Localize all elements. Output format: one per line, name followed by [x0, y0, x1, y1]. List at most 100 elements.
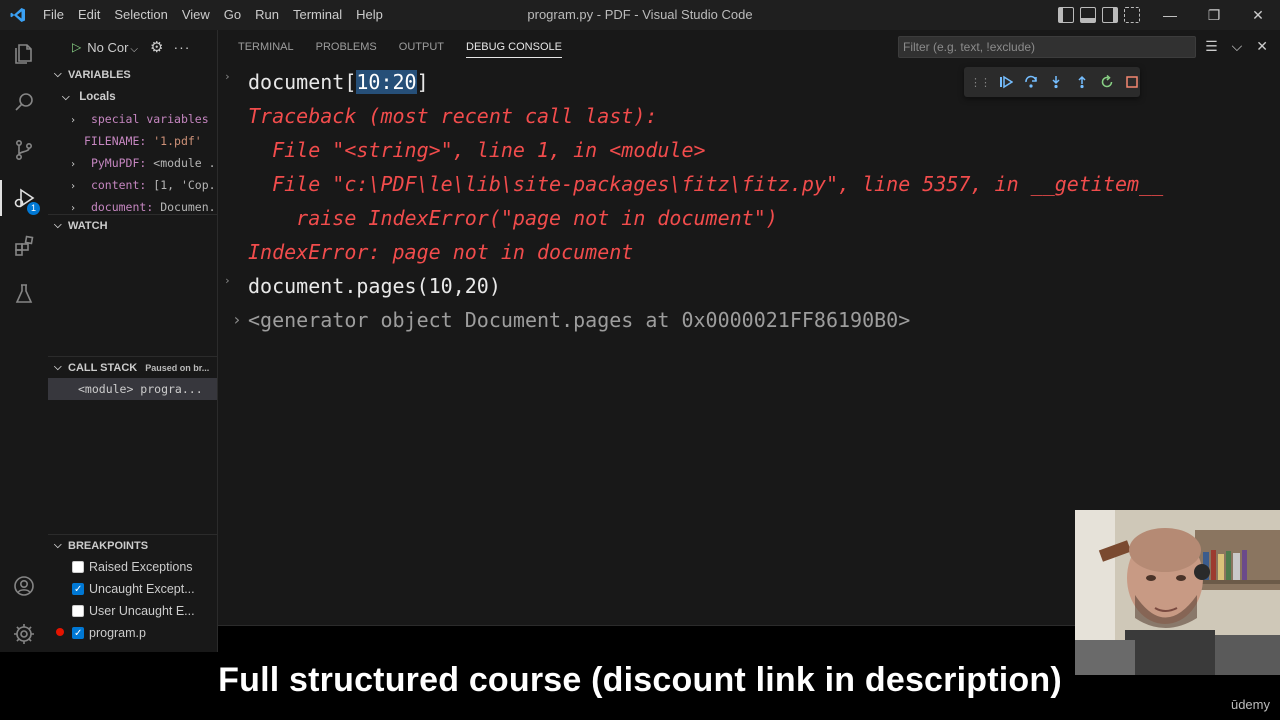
tab-debug-console[interactable]: DEBUG CONSOLE: [455, 30, 573, 64]
breakpoint-uncaught-exceptions[interactable]: Uncaught Except...: [48, 578, 217, 600]
breakpoint-checkbox[interactable]: [72, 579, 84, 600]
menu-edit[interactable]: Edit: [71, 0, 107, 30]
step-out-icon[interactable]: [1074, 74, 1089, 90]
customize-layout-icon[interactable]: [1124, 7, 1140, 23]
variable-row[interactable]: › content: [1, 'Cop...: [48, 174, 217, 196]
variable-row[interactable]: › document: Documen...: [48, 196, 217, 214]
vscode-logo-icon: [0, 0, 36, 30]
panel-header: TERMINAL PROBLEMS OUTPUT DEBUG CONSOLE ☰…: [218, 30, 1280, 64]
traceback-header: Traceback (most recent call last):: [248, 104, 658, 128]
variable-row[interactable]: › PyMuPDF: <module ...: [48, 152, 217, 174]
stop-icon[interactable]: [1125, 74, 1140, 90]
watch-title: WATCH: [68, 219, 108, 232]
drag-handle-icon[interactable]: ⋮⋮: [970, 74, 991, 90]
clear-console-icon[interactable]: ☰: [1205, 38, 1218, 55]
breakpoints-title: BREAKPOINTS: [68, 539, 149, 552]
step-over-icon[interactable]: [1023, 74, 1038, 90]
locals-label: Locals: [79, 91, 116, 103]
variable-name: content:: [90, 178, 147, 192]
udemy-logo: ūdemy: [1230, 697, 1270, 712]
toggle-secondary-sidebar-icon[interactable]: [1102, 7, 1118, 23]
callstack-section-header[interactable]: ⌵ CALL STACK Paused on br...: [48, 356, 217, 378]
traceback-raise: raise IndexError("page not in document"): [248, 206, 778, 230]
close-panel-icon[interactable]: ✕: [1256, 38, 1268, 55]
launch-config-select[interactable]: No Cor ⌵: [87, 40, 138, 55]
variable-value: [1, 'Cop...: [153, 178, 217, 192]
traceback-error: IndexError: page not in document: [248, 240, 634, 264]
variable-name: special variables: [90, 112, 209, 126]
chevron-right-icon: ›: [70, 115, 77, 126]
open-launch-json-gear-icon[interactable]: ⚙: [150, 38, 163, 56]
run-debug-sidebar: ▷ No Cor ⌵ ⚙ ··· ⌵ VARIABLES ⌵ Locals › s…: [48, 30, 218, 660]
locals-scope[interactable]: ⌵ Locals: [48, 86, 217, 108]
variable-value: '1.pdf': [153, 134, 202, 148]
toggle-panel-icon[interactable]: [1080, 7, 1096, 23]
testing-icon[interactable]: [0, 270, 48, 318]
minimize-icon[interactable]: —: [1148, 0, 1192, 30]
layout-controls: [1058, 7, 1140, 23]
menu-file[interactable]: File: [36, 0, 71, 30]
menu-help[interactable]: Help: [349, 0, 390, 30]
variables-section-header[interactable]: ⌵ VARIABLES: [48, 64, 217, 86]
start-debugging-icon[interactable]: ▷: [72, 40, 81, 54]
run-debug-icon[interactable]: 1: [0, 174, 48, 222]
source-control-icon[interactable]: [0, 126, 48, 174]
chevron-right-icon: ›: [70, 203, 77, 214]
debug-toolbar: ▷ No Cor ⌵ ⚙ ···: [48, 30, 217, 64]
traceback-frame: File "c:\PDF\le\lib\site-packages\fitz\f…: [248, 172, 1164, 196]
more-actions-icon[interactable]: ···: [173, 39, 190, 55]
breakpoint-user-uncaught[interactable]: User Uncaught E...: [48, 600, 217, 622]
chevron-right-icon[interactable]: ›: [232, 310, 242, 329]
continue-icon[interactable]: [998, 74, 1013, 90]
restore-icon[interactable]: ❐: [1192, 0, 1236, 30]
chevron-down-icon[interactable]: ⌵: [1232, 38, 1243, 55]
watch-list: [48, 236, 217, 356]
breakpoint-program-file[interactable]: program.p: [48, 622, 217, 644]
chevron-down-icon: ⌵: [130, 43, 139, 55]
breakpoint-checkbox[interactable]: [72, 623, 84, 644]
breakpoint-checkbox[interactable]: [72, 605, 84, 617]
chevron-down-icon: ⌵: [54, 219, 62, 231]
window-controls: — ❐ ✕: [1148, 0, 1280, 30]
tab-terminal[interactable]: TERMINAL: [227, 30, 305, 64]
watch-section-header[interactable]: ⌵ WATCH: [48, 214, 217, 236]
breakpoint-label: program.p: [89, 626, 146, 640]
menu-view[interactable]: View: [175, 0, 217, 30]
toggle-sidebar-icon[interactable]: [1058, 7, 1074, 23]
launch-config-label: No Cor: [87, 39, 129, 55]
breakpoint-label: User Uncaught E...: [89, 604, 195, 618]
settings-gear-icon[interactable]: [0, 610, 48, 658]
selected-text: 10:20: [356, 70, 417, 94]
restart-icon[interactable]: [1099, 74, 1114, 90]
console-text: document[: [248, 70, 357, 94]
tab-problems[interactable]: PROBLEMS: [305, 30, 388, 64]
menu-terminal[interactable]: Terminal: [286, 0, 349, 30]
variables-title: VARIABLES: [68, 69, 131, 81]
title-bar: File Edit Selection View Go Run Terminal…: [0, 0, 1280, 30]
stack-frame[interactable]: <module> progra...: [48, 378, 217, 400]
search-icon[interactable]: [0, 78, 48, 126]
callstack-list: [48, 400, 217, 534]
breakpoint-checkbox[interactable]: [72, 561, 84, 573]
console-input-line: document[10:20]: [248, 70, 429, 94]
menu-run[interactable]: Run: [248, 0, 286, 30]
breakpoint-raised-exceptions[interactable]: Raised Exceptions: [48, 556, 217, 578]
console-input-line: document.pages(10,20): [248, 274, 501, 298]
breakpoint-dot-icon: [56, 628, 64, 636]
close-icon[interactable]: ✕: [1236, 0, 1280, 30]
step-into-icon[interactable]: [1049, 74, 1064, 90]
explorer-icon[interactable]: [0, 30, 48, 78]
tab-output[interactable]: OUTPUT: [388, 30, 455, 64]
console-result[interactable]: <generator object Document.pages at 0x00…: [248, 308, 910, 332]
variable-value: Documen...: [160, 200, 217, 214]
traceback-frame: File "<string>", line 1, in <module>: [248, 138, 706, 162]
accounts-icon[interactable]: [0, 562, 48, 610]
variable-row[interactable]: FILENAME: '1.pdf': [48, 130, 217, 152]
menu-selection[interactable]: Selection: [107, 0, 174, 30]
input-marker-icon: ›: [224, 70, 231, 83]
variable-row[interactable]: › special variables: [48, 108, 217, 130]
breakpoints-section-header[interactable]: ⌵ BREAKPOINTS: [48, 534, 217, 556]
console-filter-input[interactable]: [898, 36, 1196, 58]
menu-go[interactable]: Go: [217, 0, 248, 30]
extensions-icon[interactable]: [0, 222, 48, 270]
